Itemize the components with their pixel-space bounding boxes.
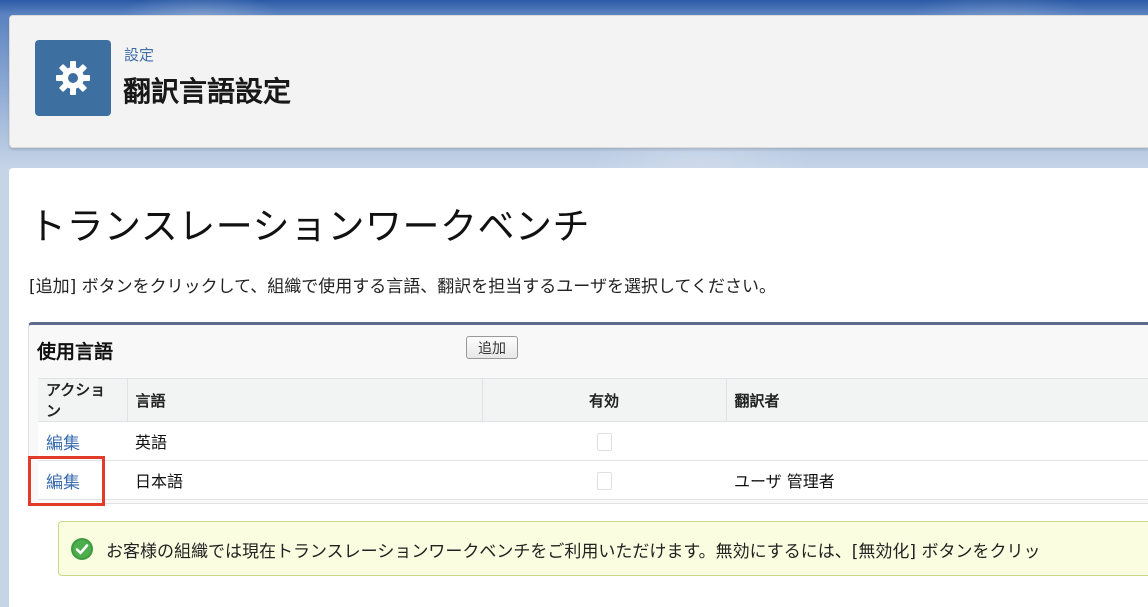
edit-link[interactable]: 編集: [46, 434, 80, 454]
table-header-row: アクション 言語 有効 翻訳者: [38, 378, 1148, 422]
section-heading: トランスレーションワークベンチ: [29, 205, 591, 248]
add-button[interactable]: 追加: [466, 336, 518, 359]
page-header: 設定 翻訳言語設定: [9, 15, 1148, 148]
instruction-text: [追加] ボタンをクリックして、組織で使用する言語、翻訳を担当するユーザを選択し…: [29, 277, 776, 297]
translator-cell: ユーザ 管理者: [726, 460, 1148, 500]
language-cell: 日本語: [127, 460, 482, 500]
highlight-annotation: [28, 456, 105, 506]
languages-related-list: 使用言語 追加 アクション 言語 有効 翻訳者 編集 英語 編集 日本語 ユーザ…: [28, 322, 1148, 504]
breadcrumb[interactable]: 設定: [124, 44, 154, 65]
column-header-active: 有効: [482, 378, 727, 422]
column-header-action: アクション: [38, 378, 128, 422]
active-checkbox: [596, 432, 612, 451]
column-header-language: 言語: [127, 378, 483, 422]
gear-icon: [56, 61, 90, 95]
setup-icon-tile: [35, 40, 111, 116]
languages-table: アクション 言語 有効 翻訳者 編集 英語 編集 日本語 ユーザ 管理者: [38, 378, 1148, 500]
page-title: 翻訳言語設定: [123, 75, 292, 108]
check-circle-icon: [71, 538, 93, 560]
table-row: 編集 英語: [38, 421, 1148, 461]
column-header-translator: 翻訳者: [726, 378, 1148, 422]
info-banner-text: お客様の組織では現在トランスレーションワークベンチをご利用いただけます。無効にす…: [106, 542, 1041, 562]
translator-cell: [726, 421, 1148, 461]
language-cell: 英語: [127, 421, 482, 461]
active-checkbox: [596, 471, 612, 490]
list-title: 使用言語: [37, 341, 114, 363]
info-banner: お客様の組織では現在トランスレーションワークベンチをご利用いただけます。無効にす…: [58, 521, 1148, 576]
table-row: 編集 日本語 ユーザ 管理者: [38, 460, 1148, 500]
